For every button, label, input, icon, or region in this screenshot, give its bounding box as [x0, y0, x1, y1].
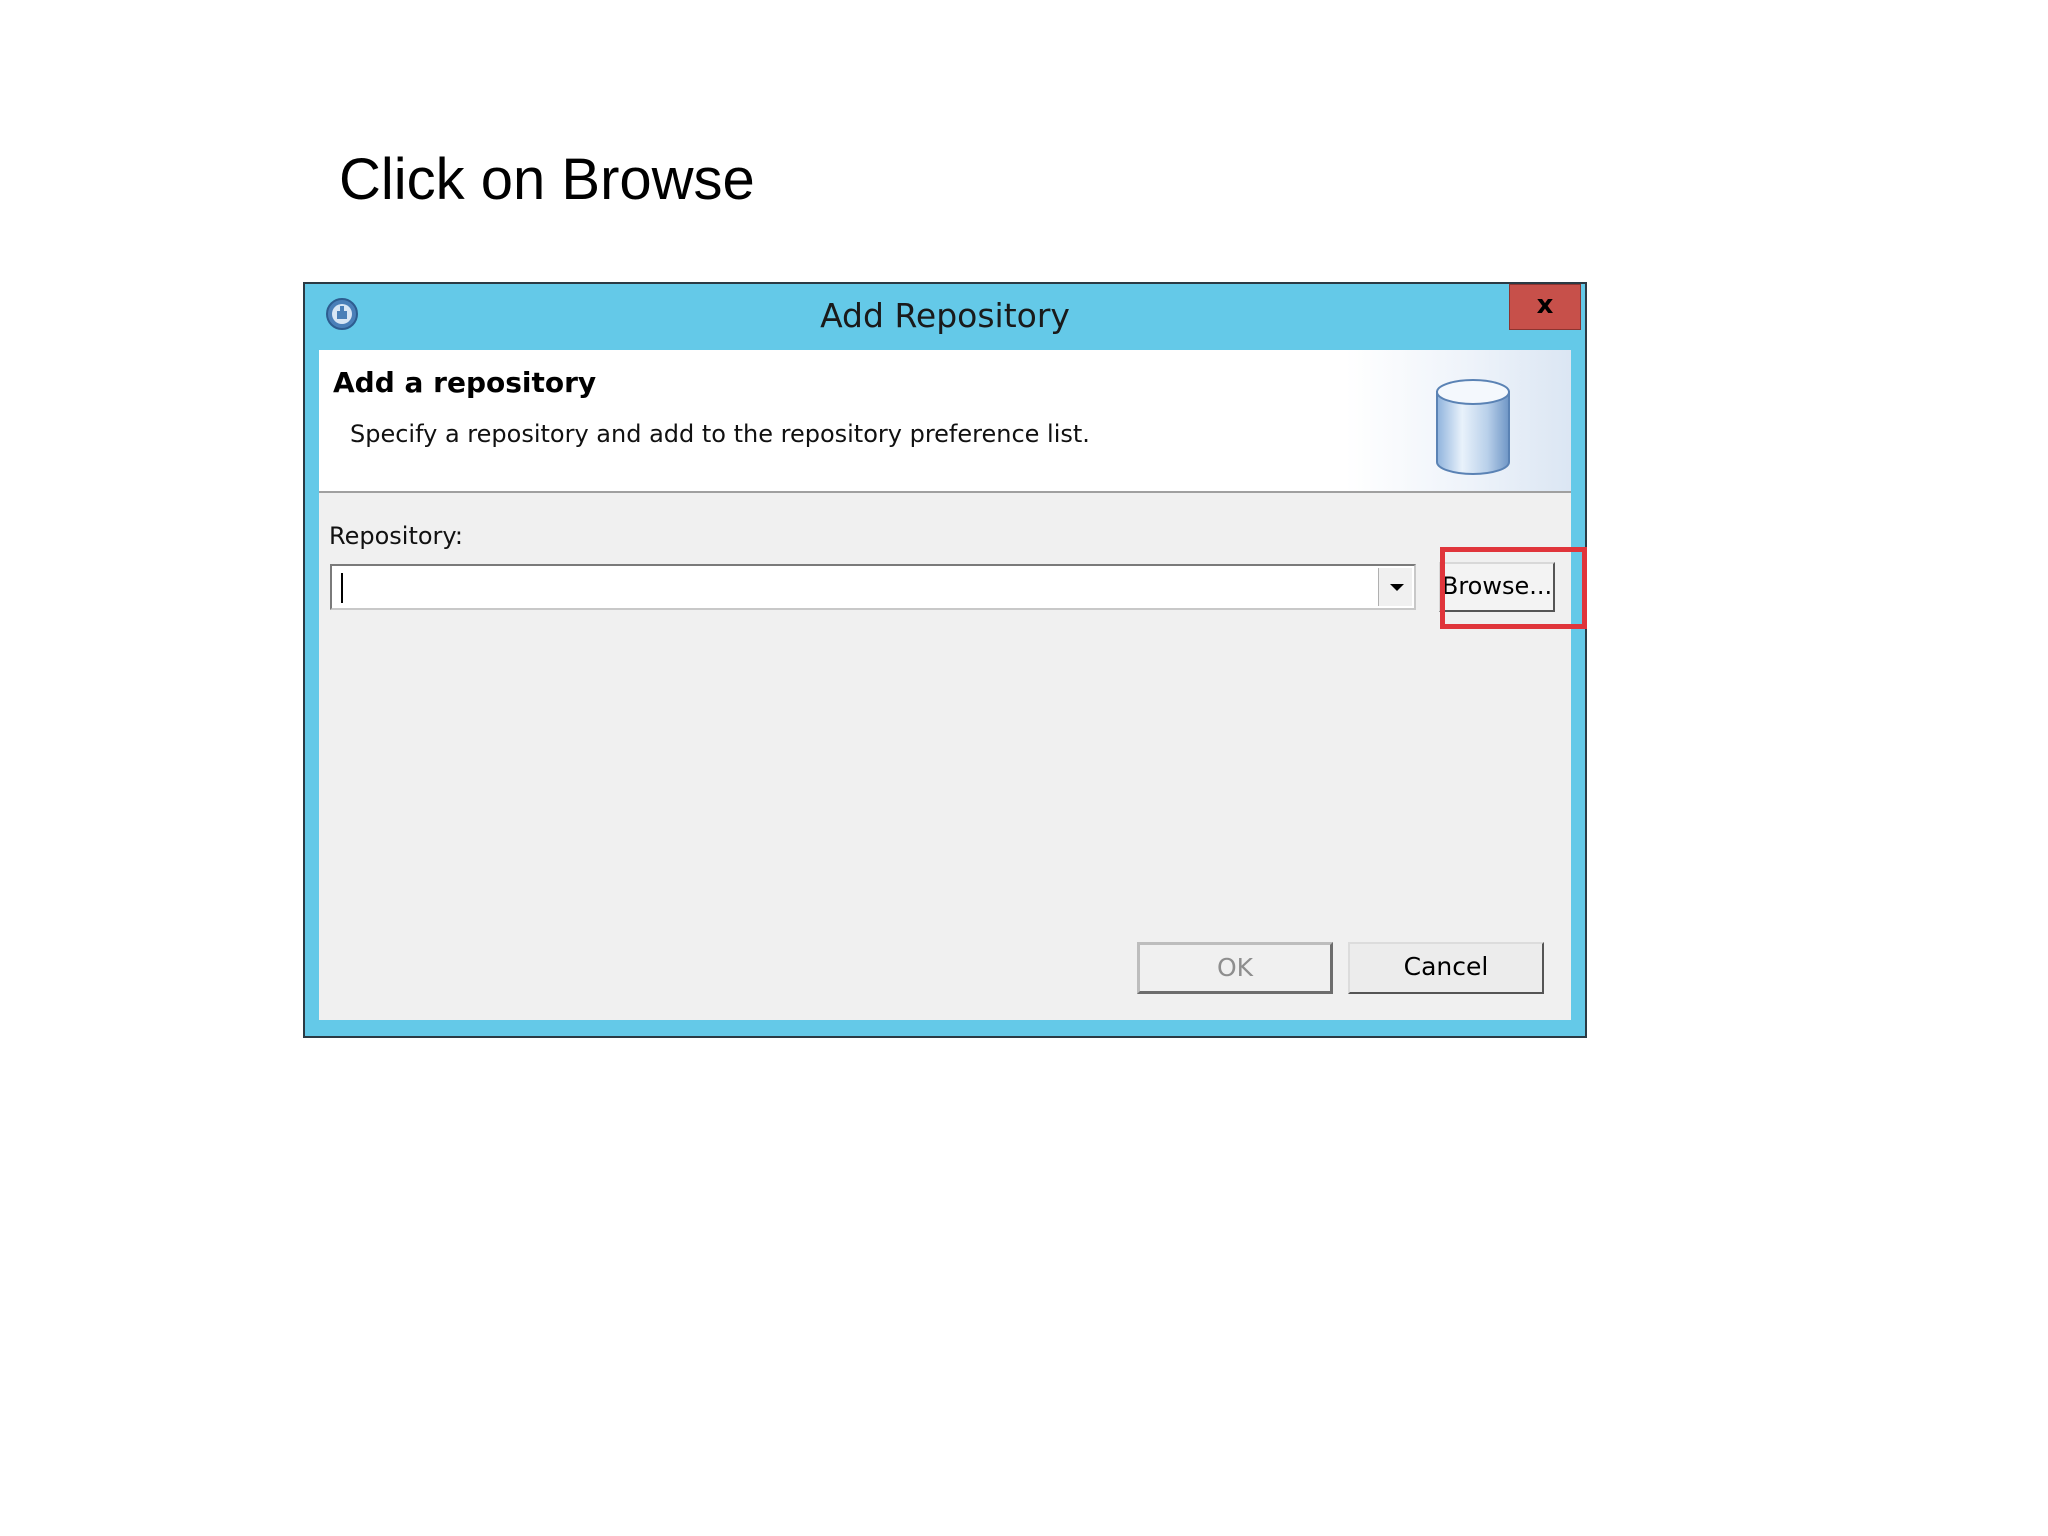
instruction-caption: Click on Browse — [339, 147, 755, 212]
repository-combobox[interactable] — [330, 564, 1416, 610]
header-title: Add a repository — [333, 366, 597, 399]
repository-label: Repository: — [329, 522, 463, 550]
text-caret — [341, 573, 343, 603]
header-description: Specify a repository and add to the repo… — [350, 420, 1090, 448]
window-title: Add Repository — [820, 296, 1070, 335]
title-bar[interactable]: Add Repository x — [305, 284, 1585, 350]
ok-button[interactable]: OK — [1137, 942, 1333, 994]
add-repository-dialog: Add Repository x Add a repository Specif… — [303, 282, 1587, 1038]
dialog-body: Add a repository Specify a repository an… — [319, 350, 1571, 1020]
wizard-header: Add a repository Specify a repository an… — [319, 350, 1571, 493]
repository-input[interactable] — [338, 570, 1358, 604]
database-icon — [1436, 379, 1510, 475]
browse-button[interactable]: Browse... — [1439, 562, 1555, 612]
close-button[interactable]: x — [1509, 284, 1581, 330]
dropdown-arrow-icon[interactable] — [1378, 568, 1412, 606]
cancel-button[interactable]: Cancel — [1348, 942, 1544, 994]
